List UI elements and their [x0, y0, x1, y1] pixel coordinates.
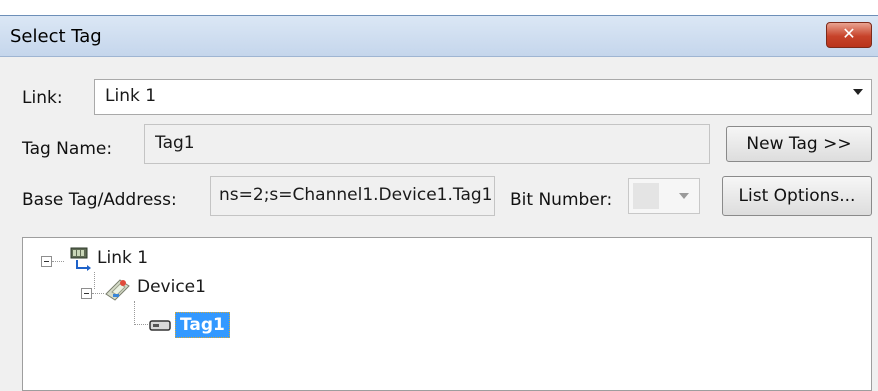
chevron-down-icon — [853, 89, 863, 95]
tree-node-label: Link 1 — [97, 248, 149, 268]
link-label: Link: — [22, 88, 63, 108]
tree-node-tag[interactable]: Tag1 — [149, 312, 449, 338]
device-icon — [105, 279, 130, 301]
tree-node-label-selected: Tag1 — [175, 312, 230, 338]
tree-node-link[interactable]: Link 1 — [65, 246, 465, 272]
chevron-down-icon — [679, 193, 689, 199]
tree-connector — [94, 272, 95, 289]
dialog-title: Select Tag — [10, 26, 102, 47]
link-icon — [70, 247, 91, 271]
tree-node-device[interactable]: Device1 — [103, 276, 503, 302]
bit-number-value — [633, 183, 659, 209]
tree-node-label: Device1 — [137, 277, 206, 297]
collapse-device-toggle[interactable] — [81, 288, 92, 299]
new-tag-button[interactable]: New Tag >> — [726, 126, 872, 162]
tree-connector — [134, 324, 148, 325]
tag-icon — [149, 320, 171, 331]
base-tag-address-value: ns=2;s=Channel1.Device1.Tag1 — [219, 185, 491, 205]
tag-name-value: Tag1 — [155, 133, 195, 153]
tree-connector — [134, 301, 135, 325]
tree-connector — [52, 261, 64, 262]
bit-number-label: Bit Number: — [510, 190, 613, 210]
collapse-link-toggle[interactable] — [41, 256, 52, 267]
list-options-button[interactable]: List Options... — [722, 176, 872, 216]
tag-tree-view[interactable]: Link 1 Device1 Tag1 — [22, 237, 872, 391]
bit-number-dropdown[interactable] — [628, 178, 700, 214]
select-tag-dialog: Select Tag ✕ Link: Link 1 Tag Name: Tag1… — [0, 15, 878, 391]
base-tag-address-label: Base Tag/Address: — [22, 190, 177, 210]
title-bar[interactable]: Select Tag ✕ — [0, 16, 878, 57]
close-button[interactable]: ✕ — [826, 22, 872, 48]
link-dropdown-value: Link 1 — [105, 86, 157, 106]
base-tag-address-field[interactable]: ns=2;s=Channel1.Device1.Tag1 — [210, 176, 495, 216]
tag-name-label: Tag Name: — [22, 139, 113, 159]
tag-name-field[interactable]: Tag1 — [144, 124, 710, 164]
link-dropdown[interactable]: Link 1 — [94, 79, 872, 115]
close-icon: ✕ — [842, 24, 856, 43]
